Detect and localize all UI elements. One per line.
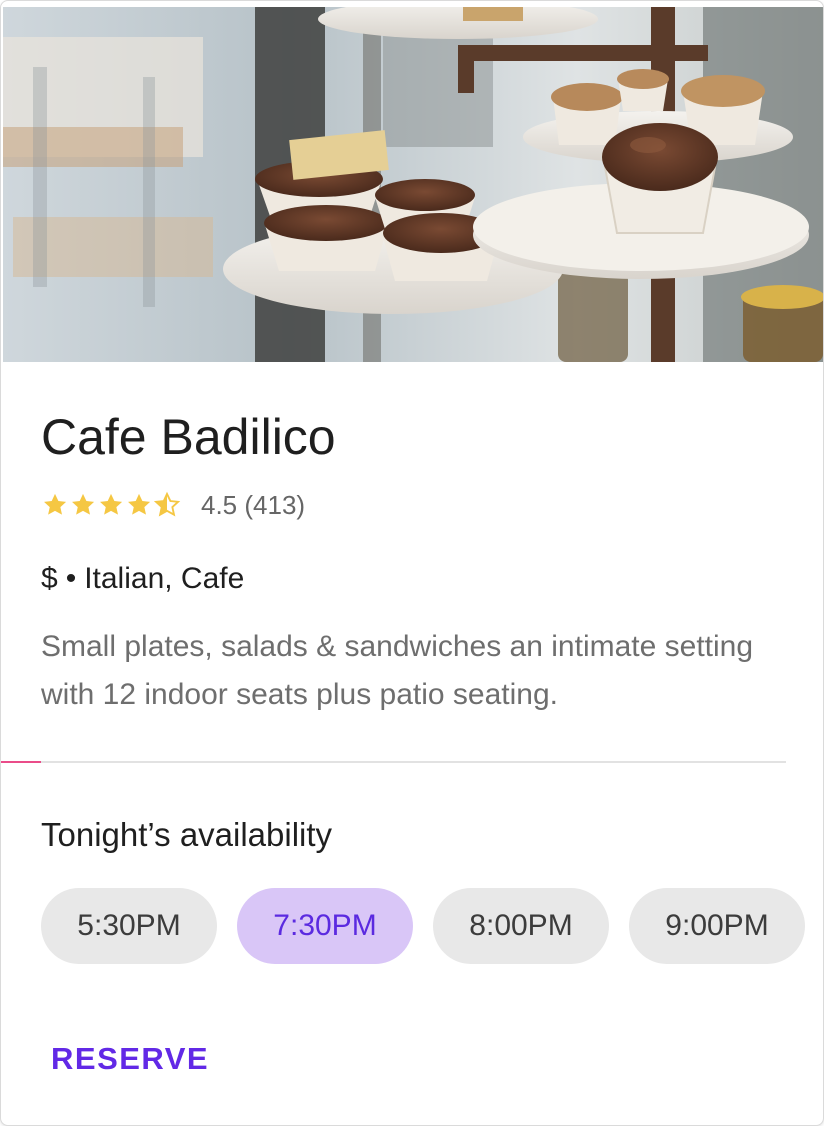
star-half-icon (153, 491, 181, 517)
rating-count: 4.5 (413) (201, 489, 306, 520)
star-icon (128, 493, 151, 515)
restaurant-card: Cafe Badilico 4.5 (413) $ • Italian, Cafe … (0, 0, 824, 1126)
time-chip-group: 5:30PM 7:30PM 8:00PM 9:00PM (41, 888, 805, 964)
time-chip[interactable]: 5:30PM (41, 888, 217, 964)
star-icon (44, 493, 67, 515)
price-level: $ (41, 562, 58, 595)
availability-title: Tonight’s availability (41, 816, 333, 853)
time-chip[interactable]: 8:00PM (433, 888, 609, 964)
price-cuisine: $ • Italian, Cafe (41, 559, 244, 599)
rating-row: 4.5 (413) (41, 487, 305, 523)
time-chip-selected[interactable]: 7:30PM (237, 888, 413, 964)
restaurant-name: Cafe Badilico (41, 409, 336, 465)
cuisine-label: Italian, Cafe (84, 562, 245, 595)
star-icon (72, 493, 95, 515)
divider-accent (1, 761, 41, 763)
star-rating (41, 487, 181, 523)
time-chip[interactable]: 9:00PM (629, 888, 805, 964)
separator-dot: • (65, 562, 77, 595)
restaurant-description: Small plates, salads & sandwiches an int… (41, 630, 754, 711)
hero-image (3, 7, 823, 362)
reserve-button[interactable]: RESERVE (51, 1041, 209, 1077)
star-icon (100, 493, 123, 515)
divider (1, 761, 786, 763)
